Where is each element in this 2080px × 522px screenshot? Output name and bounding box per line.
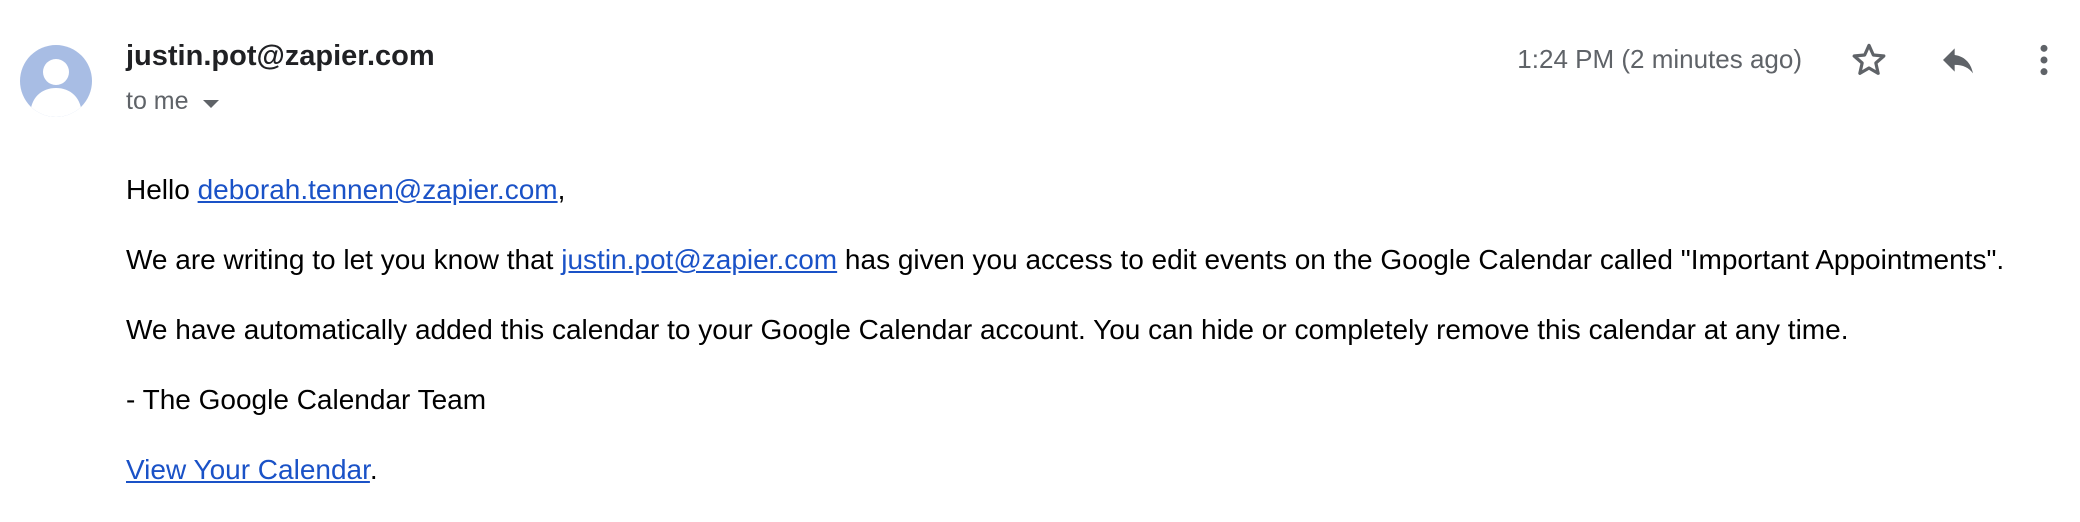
- star-button[interactable]: [1845, 36, 1893, 84]
- view-calendar-suffix: .: [369, 454, 378, 485]
- greeting-line: Hello deborah.tennen@zapier.com,: [126, 172, 2004, 208]
- access-notice-line: We are writing to let you know that just…: [126, 242, 2004, 278]
- more-options-button[interactable]: [2020, 36, 2068, 84]
- person-silhouette-icon: [30, 59, 82, 117]
- star-outline-icon: [1852, 43, 1886, 75]
- access-notice-prefix: We are writing to let you know that: [126, 244, 562, 275]
- sender-avatar[interactable]: [20, 45, 92, 117]
- view-calendar-line: View Your Calendar.: [126, 452, 2004, 488]
- owner-email-link[interactable]: justin.pot@zapier.com: [561, 244, 837, 275]
- message-timestamp: 1:24 PM (2 minutes ago): [1517, 44, 1802, 74]
- signature-line: - The Google Calendar Team: [126, 384, 487, 415]
- greeting-suffix: ,: [557, 174, 566, 205]
- recipient-label: to me: [126, 87, 189, 115]
- reply-icon: [1943, 48, 1973, 74]
- recipient-details-toggle[interactable]: to me: [126, 87, 219, 116]
- greeting-email-link[interactable]: deborah.tennen@zapier.com: [198, 174, 558, 205]
- chevron-down-icon[interactable]: [202, 99, 219, 108]
- greeting-prefix: Hello: [126, 174, 198, 205]
- access-notice-suffix: has given you access to edit events on t…: [837, 244, 2005, 275]
- reply-button[interactable]: [1934, 36, 1982, 84]
- more-vert-icon: [2040, 44, 2048, 76]
- calendar-added-line: We have automatically added this calenda…: [126, 314, 1849, 345]
- message-body: Hello deborah.tennen@zapier.com, We are …: [126, 172, 2004, 522]
- view-calendar-link[interactable]: View Your Calendar: [126, 454, 370, 485]
- sender-email: justin.pot@zapier.com: [126, 40, 435, 72]
